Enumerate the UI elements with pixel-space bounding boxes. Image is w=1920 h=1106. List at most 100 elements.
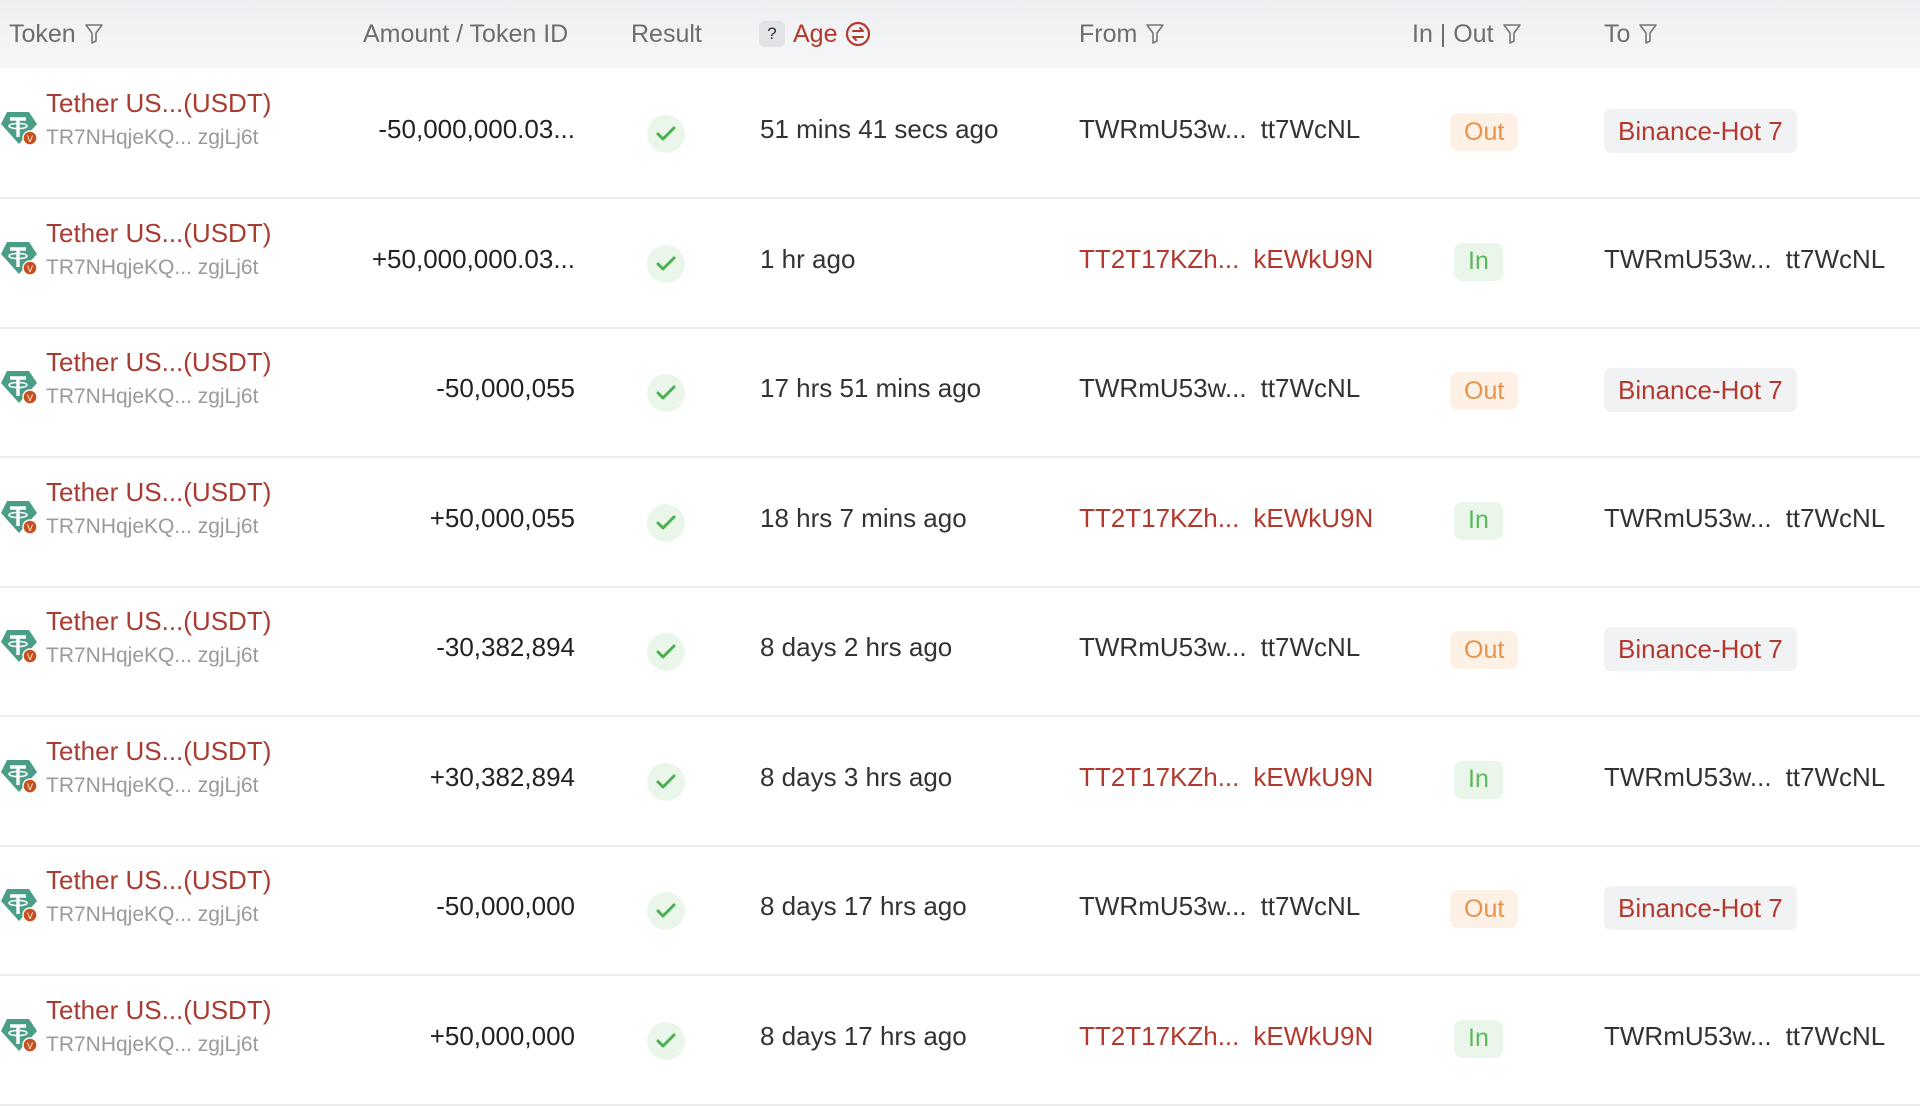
from-address-prefix[interactable]: TWRmU53w...	[1079, 632, 1247, 662]
from-address[interactable]: TT2T17KZh... kEWkU9N	[1079, 762, 1373, 793]
tether-token-icon[interactable]: V	[0, 367, 38, 407]
table-row: V Tether US...(USDT) TR7NHqjeKQ... zgjLj…	[0, 198, 1920, 329]
tether-token-icon[interactable]: V	[0, 885, 38, 925]
to-address-tag[interactable]: Binance-Hot 7	[1604, 368, 1797, 412]
from-address[interactable]: TT2T17KZh... kEWkU9N	[1079, 244, 1373, 275]
from-address-prefix[interactable]: TT2T17KZh...	[1079, 1021, 1239, 1051]
token-name-link[interactable]: Tether US...(USDT)	[46, 218, 271, 249]
token-contract-address[interactable]: TR7NHqjeKQ... zgjLj6t	[46, 903, 258, 927]
transfer-age: 17 hrs 51 mins ago	[760, 373, 982, 403]
token-contract-address[interactable]: TR7NHqjeKQ... zgjLj6t	[46, 385, 258, 409]
table-row: V Tether US...(USDT) TR7NHqjeKQ... zgjLj…	[0, 327, 1920, 458]
token-contract-address[interactable]: TR7NHqjeKQ... zgjLj6t	[46, 256, 258, 280]
to-address[interactable]: TWRmU53w... tt7WcNL	[1604, 762, 1885, 793]
token-name-link[interactable]: Tether US...(USDT)	[46, 995, 271, 1026]
from-address-prefix[interactable]: TWRmU53w...	[1079, 373, 1247, 403]
column-token-label: Token	[9, 19, 76, 48]
token-name-link[interactable]: Tether US...(USDT)	[46, 736, 271, 767]
tether-token-icon[interactable]: V	[0, 1015, 38, 1055]
token-contract-address[interactable]: TR7NHqjeKQ... zgjLj6t	[46, 1033, 258, 1057]
table-row: V Tether US...(USDT) TR7NHqjeKQ... zgjLj…	[0, 975, 1920, 1106]
to-address-suffix[interactable]: tt7WcNL	[1786, 762, 1886, 792]
column-to-label: To	[1604, 19, 1631, 48]
token-name-link[interactable]: Tether US...(USDT)	[46, 88, 271, 119]
to-address-prefix[interactable]: TWRmU53w...	[1604, 244, 1772, 274]
token-name-link[interactable]: Tether US...(USDT)	[46, 865, 271, 896]
token-contract-address[interactable]: TR7NHqjeKQ... zgjLj6t	[46, 126, 258, 150]
help-icon[interactable]: ?	[759, 21, 785, 47]
tether-token-icon[interactable]: V	[0, 497, 38, 537]
filter-icon[interactable]	[1502, 23, 1522, 45]
filter-icon[interactable]	[1145, 23, 1165, 45]
from-address[interactable]: TWRmU53w... tt7WcNL	[1079, 632, 1360, 663]
table-row: V Tether US...(USDT) TR7NHqjeKQ... zgjLj…	[0, 586, 1920, 717]
table-row: V Tether US...(USDT) TR7NHqjeKQ... zgjLj…	[0, 68, 1920, 199]
from-address-suffix[interactable]: tt7WcNL	[1261, 891, 1361, 921]
to-address-prefix[interactable]: Binance-Hot 7	[1618, 375, 1783, 406]
to-address-prefix[interactable]: Binance-Hot 7	[1618, 116, 1783, 147]
to-address-prefix[interactable]: Binance-Hot 7	[1618, 634, 1783, 665]
svg-text:V: V	[27, 523, 33, 533]
direction-badge: In	[1454, 501, 1503, 540]
success-check-icon	[647, 244, 685, 283]
to-address-prefix[interactable]: TWRmU53w...	[1604, 1021, 1772, 1051]
from-address-suffix[interactable]: tt7WcNL	[1261, 373, 1361, 403]
to-address-prefix[interactable]: TWRmU53w...	[1604, 762, 1772, 792]
swap-format-icon[interactable]	[845, 21, 871, 47]
success-check-icon	[647, 892, 685, 930]
transfer-age: 51 mins 41 secs ago	[760, 114, 999, 144]
column-to: To	[1604, 16, 1658, 52]
success-check-icon	[647, 115, 685, 153]
from-address-prefix[interactable]: TT2T17KZh...	[1079, 762, 1239, 792]
column-age-label[interactable]: Age	[793, 20, 837, 49]
to-address[interactable]: TWRmU53w... tt7WcNL	[1604, 1021, 1885, 1052]
from-address[interactable]: TWRmU53w... tt7WcNL	[1079, 114, 1360, 145]
to-address-tag[interactable]: Binance-Hot 7	[1604, 109, 1797, 153]
from-address-suffix[interactable]: kEWkU9N	[1253, 503, 1373, 533]
to-address[interactable]: TWRmU53w... tt7WcNL	[1604, 503, 1885, 534]
from-address-prefix[interactable]: TT2T17KZh...	[1079, 503, 1239, 533]
from-address-suffix[interactable]: kEWkU9N	[1253, 762, 1373, 792]
tether-token-icon[interactable]: V	[0, 756, 38, 796]
from-address[interactable]: TWRmU53w... tt7WcNL	[1079, 373, 1360, 404]
from-address-suffix[interactable]: tt7WcNL	[1261, 632, 1361, 662]
token-name-link[interactable]: Tether US...(USDT)	[46, 477, 271, 508]
column-amount-label: Amount / Token ID	[363, 19, 569, 48]
from-address[interactable]: TT2T17KZh... kEWkU9N	[1079, 503, 1373, 534]
token-name-link[interactable]: Tether US...(USDT)	[46, 606, 271, 637]
to-address-tag[interactable]: Binance-Hot 7	[1604, 627, 1797, 671]
to-address-suffix[interactable]: tt7WcNL	[1786, 503, 1886, 533]
transfer-age: 18 hrs 7 mins ago	[760, 502, 967, 533]
to-address-prefix[interactable]: Binance-Hot 7	[1618, 893, 1783, 924]
tether-token-icon[interactable]: V	[0, 626, 38, 666]
token-name-link[interactable]: Tether US...(USDT)	[46, 347, 271, 378]
to-address-prefix[interactable]: TWRmU53w...	[1604, 503, 1772, 533]
token-contract-address[interactable]: TR7NHqjeKQ... zgjLj6t	[46, 774, 258, 798]
token-contract-address[interactable]: TR7NHqjeKQ... zgjLj6t	[46, 515, 258, 539]
token-contract-address[interactable]: TR7NHqjeKQ... zgjLj6t	[46, 644, 258, 668]
transfer-amount: +50,000,000.03...	[371, 243, 575, 274]
from-address-prefix[interactable]: TWRmU53w...	[1079, 891, 1247, 921]
from-address[interactable]: TWRmU53w... tt7WcNL	[1079, 891, 1360, 922]
to-address-suffix[interactable]: tt7WcNL	[1786, 1021, 1886, 1051]
to-address[interactable]: TWRmU53w... tt7WcNL	[1604, 244, 1885, 275]
transfer-amount: +50,000,055	[429, 502, 575, 533]
from-address-suffix[interactable]: kEWkU9N	[1253, 1021, 1373, 1051]
filter-icon[interactable]	[1638, 23, 1658, 45]
transfer-amount: +50,000,000	[429, 1020, 575, 1051]
column-inout-label: In | Out	[1412, 19, 1494, 48]
from-address-suffix[interactable]: tt7WcNL	[1261, 114, 1361, 144]
table-header: Token Amount / Token ID Result ? Age Fro…	[0, 0, 1920, 68]
filter-icon[interactable]	[84, 23, 104, 45]
tether-token-icon[interactable]: V	[0, 238, 38, 278]
to-address-tag[interactable]: Binance-Hot 7	[1604, 886, 1797, 930]
direction-badge: Out	[1450, 372, 1519, 410]
to-address-suffix[interactable]: tt7WcNL	[1786, 244, 1886, 274]
transfer-age: 8 days 17 hrs ago	[760, 1020, 967, 1051]
tether-token-icon[interactable]: V	[0, 108, 38, 148]
from-address-prefix[interactable]: TWRmU53w...	[1079, 114, 1247, 144]
success-check-icon	[647, 374, 685, 412]
from-address[interactable]: TT2T17KZh... kEWkU9N	[1079, 1021, 1373, 1052]
from-address-prefix[interactable]: TT2T17KZh...	[1079, 244, 1239, 274]
from-address-suffix[interactable]: kEWkU9N	[1253, 244, 1373, 274]
